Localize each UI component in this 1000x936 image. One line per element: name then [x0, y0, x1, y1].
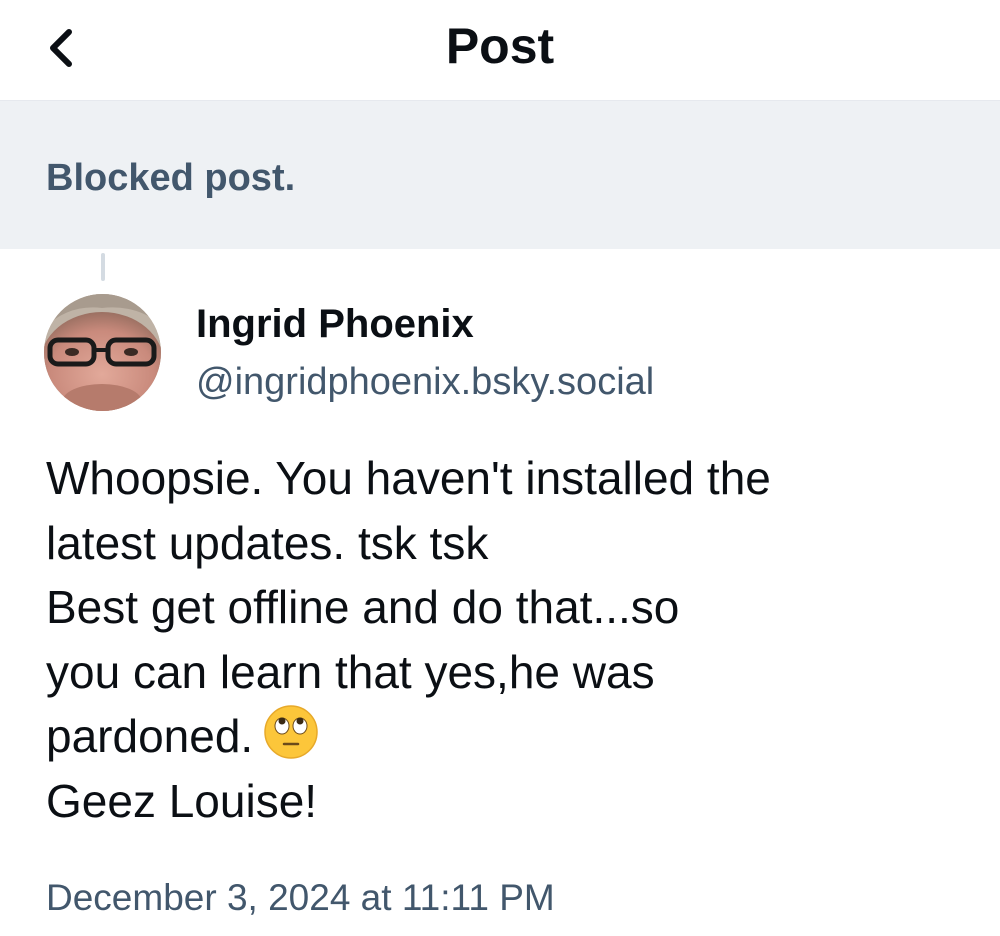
post-line-text: pardoned. [46, 710, 254, 762]
user-avatar-photo [44, 294, 161, 411]
post-screen: Post Blocked post. Ingrid Phoenix @ingri… [0, 0, 1000, 936]
post-line-with-emoji: pardoned. [46, 704, 966, 769]
thread-connector-line [101, 253, 105, 281]
post-text: Whoopsie. You haven't installed the late… [46, 446, 966, 833]
author-display-name[interactable]: Ingrid Phoenix [196, 298, 474, 350]
header-bar: Post [0, 0, 1000, 101]
face-with-rolling-eyes-icon [264, 705, 318, 759]
avatar[interactable] [44, 294, 161, 411]
author-handle[interactable]: @ingridphoenix.bsky.social [196, 358, 654, 406]
post-line: latest updates. tsk tsk [46, 516, 489, 569]
post-timestamp: December 3, 2024 at 11:11 PM [46, 877, 555, 918]
post-line: Geez Louise! [46, 774, 318, 827]
post-line: Best get offline and do that...so [46, 581, 680, 633]
blocked-post-label: Blocked post. [46, 157, 296, 199]
page-title: Post [445, 18, 555, 74]
post-line: Whoopsie. You haven't installed the [46, 452, 771, 504]
post-line: you can learn that yes,he was [46, 645, 655, 698]
